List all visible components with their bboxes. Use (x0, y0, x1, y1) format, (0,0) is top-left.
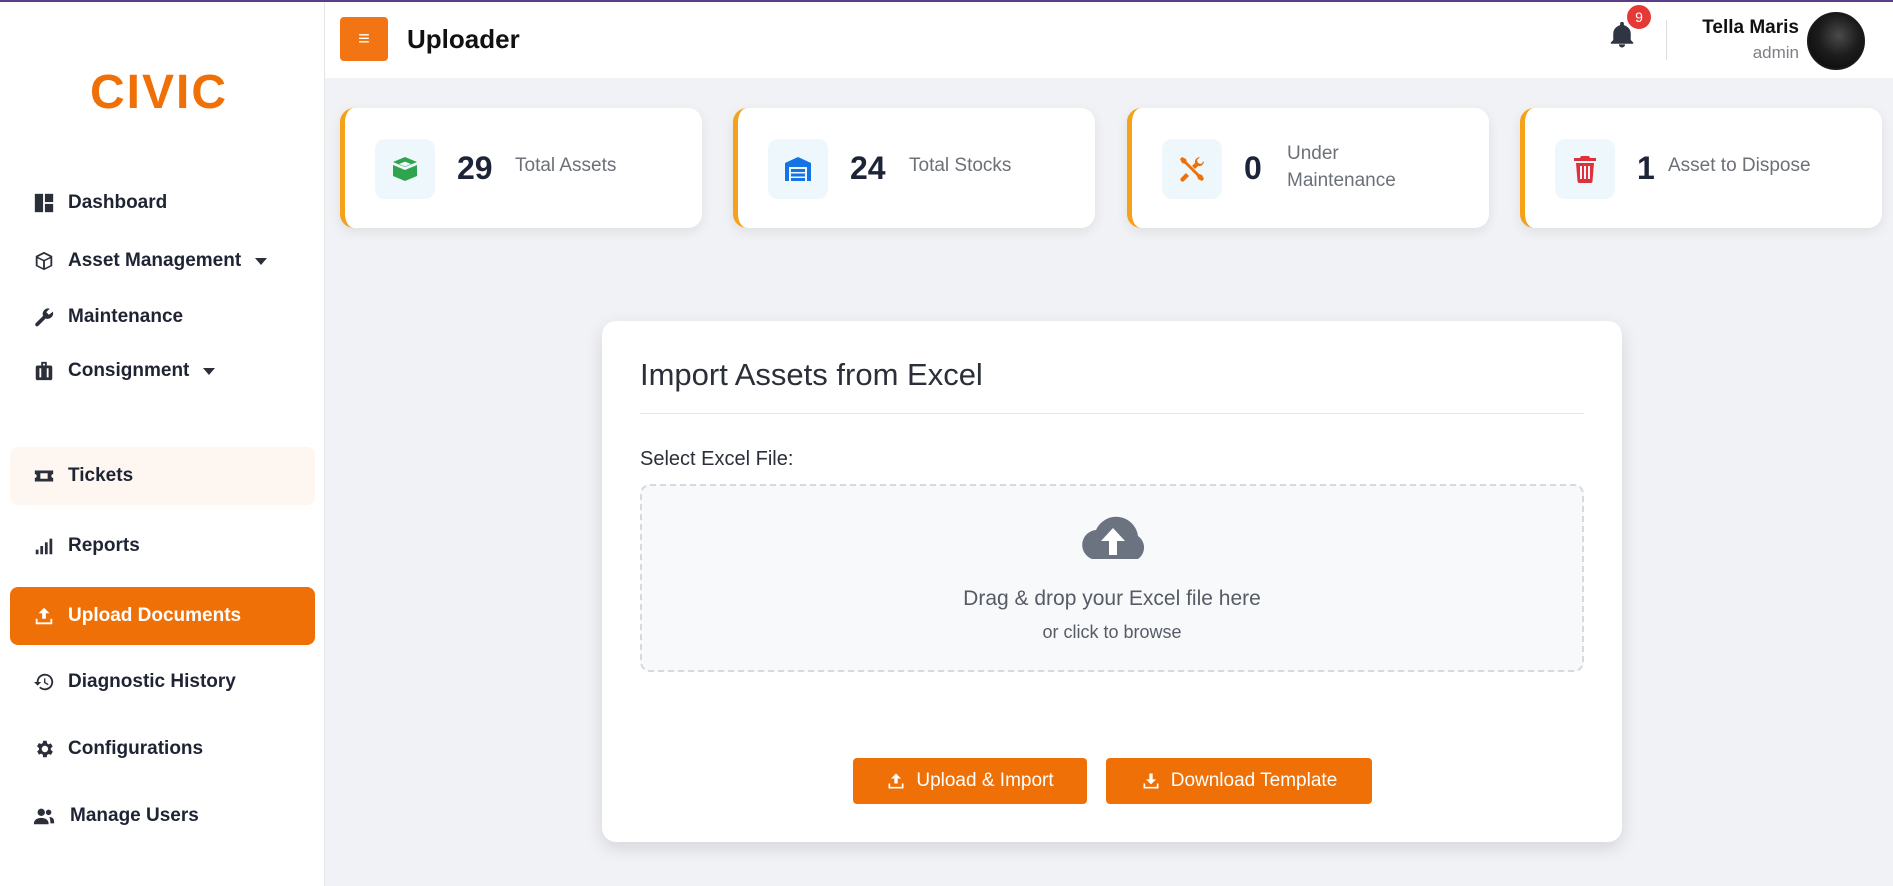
file-field-label: Select Excel File: (640, 448, 794, 470)
panel-title: Import Assets from Excel (640, 357, 983, 392)
sidebar-item-label: Manage Users (70, 805, 199, 826)
sidebar-item-reports[interactable]: Reports (10, 517, 315, 575)
history-icon (32, 670, 56, 694)
dropzone-subtext: or click to browse (1042, 622, 1182, 642)
sidebar-item-tickets[interactable]: Tickets (10, 447, 315, 505)
upload-icon (32, 604, 56, 628)
stat-label: Total Stocks (909, 155, 1012, 176)
dropzone-text: Drag & drop your Excel file here (963, 587, 1261, 610)
chevron-down-icon[interactable] (203, 367, 216, 375)
top-accent-line (0, 0, 1893, 2)
wrench-icon (32, 305, 56, 329)
notification-badge: 9 (1627, 5, 1651, 29)
sidebar-item-label: Consignment (68, 360, 190, 381)
stat-label: Under Maintenance (1287, 143, 1396, 191)
stat-card-under-maintenance: 0 Under Maintenance (1127, 108, 1489, 228)
suitcase-icon (32, 359, 56, 383)
users-icon (32, 804, 56, 828)
top-header: ≡ Uploader 9 Tella Maris admin (325, 0, 1893, 78)
stat-value: 0 (1244, 150, 1262, 186)
stat-card-asset-to-dispose: 1 Asset to Dispose (1520, 108, 1882, 228)
stat-card-total-assets: 29 Total Assets (340, 108, 702, 228)
dashboard-icon (32, 191, 56, 215)
sidebar-item-label: Reports (68, 535, 140, 556)
box-icon (32, 249, 56, 273)
chevron-down-icon[interactable] (255, 257, 268, 265)
svg-text:CIVIC: CIVIC (90, 68, 228, 114)
stat-value: 24 (850, 150, 886, 186)
trash-icon (1555, 139, 1615, 199)
stat-card-total-stocks: 24 Total Stocks (733, 108, 1095, 228)
menu-toggle-button[interactable]: ≡ (340, 17, 388, 61)
sidebar-item-consignment[interactable]: Consignment (10, 342, 315, 400)
sidebar-item-dashboard[interactable]: Dashboard (10, 174, 315, 232)
sidebar-item-upload-documents[interactable]: Upload Documents (10, 587, 315, 645)
page-title: Uploader (407, 24, 520, 54)
ticket-icon (32, 464, 56, 488)
tools-icon (1162, 139, 1222, 199)
sidebar: CIVIC Dashboard Asset Management Mainten… (0, 0, 325, 886)
upload-import-label: Upload & Import (916, 770, 1054, 791)
stat-label: Total Assets (515, 155, 617, 176)
sidebar-item-label: Dashboard (68, 192, 168, 213)
sidebar-item-label: Tickets (68, 465, 134, 486)
open-box-icon (375, 139, 435, 199)
sidebar-item-configurations[interactable]: Configurations (10, 720, 315, 778)
stat-value: 29 (457, 150, 493, 186)
cloud-upload-icon (1082, 516, 1145, 559)
avatar[interactable] (1807, 12, 1865, 70)
file-dropzone[interactable]: Drag & drop your Excel file here or clic… (640, 484, 1584, 672)
divider (640, 413, 1584, 414)
user-name: Tella Maris (1702, 17, 1799, 38)
stat-label: Asset to Dispose (1668, 155, 1811, 176)
download-template-label: Download Template (1170, 770, 1338, 791)
stat-value: 1 (1637, 150, 1655, 186)
sidebar-item-manage-users[interactable]: Manage Users (10, 787, 315, 845)
civic-logo[interactable]: CIVIC (90, 68, 235, 114)
sidebar-item-label: Upload Documents (68, 605, 242, 626)
import-panel: Import Assets from Excel Select Excel Fi… (602, 321, 1622, 842)
user-role: admin (1752, 43, 1799, 62)
sidebar-item-maintenance[interactable]: Maintenance (10, 288, 315, 346)
sidebar-item-label: Asset Management (68, 250, 242, 271)
download-icon (1143, 773, 1159, 789)
sidebar-item-label: Maintenance (68, 306, 184, 327)
sidebar-item-label: Diagnostic History (68, 671, 236, 692)
warehouse-icon (768, 139, 828, 199)
gear-icon (32, 737, 56, 761)
download-template-button[interactable]: Download Template (1106, 758, 1372, 804)
sidebar-item-diagnostic-history[interactable]: Diagnostic History (10, 653, 315, 711)
sidebar-item-asset-management[interactable]: Asset Management (10, 232, 315, 290)
signal-bars-icon (32, 534, 56, 558)
sidebar-item-label: Configurations (68, 738, 204, 759)
header-divider (1666, 20, 1667, 60)
upload-import-button[interactable]: Upload & Import (853, 758, 1087, 804)
upload-icon (888, 773, 904, 789)
